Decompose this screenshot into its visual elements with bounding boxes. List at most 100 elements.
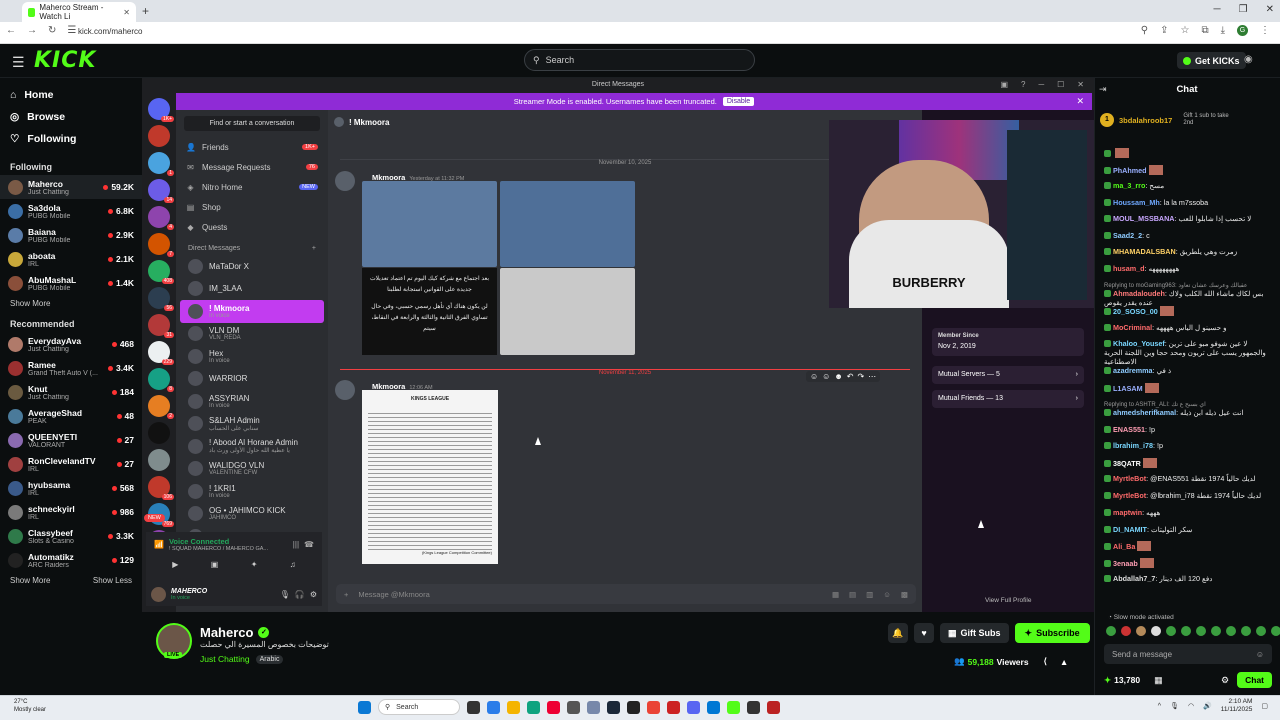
dm-nav-friends[interactable]: 👤 Friends 1K+ [176, 137, 328, 157]
channel-item[interactable]: schneckyirl IRL 986 [0, 500, 142, 524]
streamer-name[interactable]: Maherco [200, 625, 253, 640]
channel-item[interactable]: hyubsama IRL 568 [0, 476, 142, 500]
attached-document[interactable]: KINGS LEAGUE (Kings League Competition C… [362, 390, 498, 564]
download-icon[interactable]: ⤓ [1221, 25, 1225, 36]
taskbar-search[interactable]: ⚲ Search [378, 699, 460, 715]
discord-maximize-icon[interactable]: ☐ [1057, 80, 1064, 89]
dm-item[interactable]: ! Abood Al Horane Admin يا عطية الله حاول… [180, 435, 324, 458]
dm-nav-nitro-home[interactable]: ◈ Nitro Home NEW [176, 177, 328, 197]
site-info-icon[interactable]: ☰ [67, 25, 76, 36]
edge-icon[interactable] [527, 700, 540, 714]
forward-icon[interactable]: → [27, 25, 37, 36]
channel-item[interactable]: RonClevelandTV IRL 27 [0, 452, 142, 476]
chat-username[interactable]: MyrtleBot [1113, 491, 1146, 500]
chat-username[interactable]: Ali_Ba [1113, 542, 1135, 551]
chat-username[interactable]: MOUL_MSSBANA [1113, 214, 1175, 223]
share-icon[interactable]: ⟨ [1044, 656, 1047, 667]
reaction-icon[interactable]: ☺ [822, 372, 830, 381]
channel-item[interactable]: Sa3dola PUBG Mobile 6.8K [0, 199, 142, 223]
user-avatar[interactable] [151, 586, 166, 602]
channel-item[interactable]: aboata IRL 2.1K [0, 247, 142, 271]
banner-close-icon[interactable]: ✕ [1076, 96, 1084, 107]
channel-item[interactable]: Automatikz ARC Raiders 129 [0, 548, 142, 572]
get-kicks-button[interactable]: Get KICKs [1177, 52, 1246, 69]
gif-icon[interactable]: ▤ [849, 590, 856, 599]
dm-nav-quests[interactable]: ◆ Quests [176, 217, 328, 237]
notification-icon[interactable]: ▢ [1261, 702, 1268, 710]
emote-icon[interactable] [1151, 626, 1161, 636]
app-icon[interactable] [707, 700, 720, 714]
channel-item[interactable]: EverydayAva Just Chatting 468 [0, 332, 142, 356]
server-icon[interactable]: 408 [148, 260, 174, 284]
notifications-bell-button[interactable]: 🔔 [888, 623, 908, 643]
chat-username[interactable]: ahmedsherifkamal [1113, 408, 1176, 417]
stream-category[interactable]: Just Chatting [200, 654, 250, 664]
add-attachment-icon[interactable]: + [344, 590, 348, 599]
emote-icon[interactable] [1121, 626, 1131, 636]
channel-item[interactable]: Knut Just Chatting 184 [0, 380, 142, 404]
activities-icon[interactable]: ✦ [251, 560, 258, 569]
emote-icon[interactable] [1211, 626, 1221, 636]
top-gifter-name[interactable]: 3bdalahroob17 [1119, 116, 1172, 125]
emote-icon[interactable] [1196, 626, 1206, 636]
wifi-icon[interactable]: ◠ [1188, 702, 1194, 710]
dm-item[interactable]: VLN DM VLN_REDA [180, 323, 324, 346]
nav-following[interactable]: ♡ Following [0, 128, 142, 150]
emote-icon[interactable] [1271, 626, 1280, 636]
apps-icon[interactable]: ▩ [901, 590, 908, 599]
emote-icon[interactable] [1181, 626, 1191, 636]
server-icon[interactable]: 31 [148, 314, 174, 338]
kick-app-icon[interactable] [727, 700, 740, 714]
server-icon[interactable]: 1K+ [148, 98, 174, 122]
profile-avatar[interactable]: G [1237, 25, 1248, 36]
close-tab-icon[interactable]: ✕ [123, 8, 130, 17]
gift-prompt[interactable]: Gift 1 sub to take 2nd [1183, 113, 1237, 127]
server-icon[interactable]: 4 [148, 206, 174, 230]
server-icon[interactable] [148, 422, 170, 444]
bookmark-star-icon[interactable]: ☆ [1180, 25, 1189, 36]
screen-share-icon[interactable]: ▣ [211, 560, 219, 569]
chat-username[interactable]: Abdallah7_7 [1113, 574, 1155, 583]
dm-item[interactable]: S&LAH Admin سنابي على الحساب [180, 413, 324, 436]
disable-streamer-mode-button[interactable]: Disable [722, 97, 755, 106]
chat-username[interactable]: Khaloo_Yousef [1113, 339, 1165, 348]
channel-item[interactable]: Ramee Grand Theft Auto V (... 3.4K [0, 356, 142, 380]
subscribe-button[interactable]: ✦ Subscribe [1014, 623, 1090, 643]
nav-home[interactable]: ⌂ Home [0, 84, 142, 106]
attached-photo[interactable] [500, 268, 635, 355]
obs-icon[interactable] [747, 700, 760, 714]
discord-minimize-icon[interactable]: ─ [1038, 80, 1044, 89]
new-tab-button[interactable]: + [142, 4, 149, 18]
dm-nav-shop[interactable]: ▤ Shop [176, 197, 328, 217]
maximize-icon[interactable]: ❐ [1239, 4, 1248, 15]
app-icon[interactable] [667, 700, 680, 714]
chat-username[interactable]: Houssam_Mh [1113, 198, 1160, 207]
gift-icon[interactable]: ▦ [832, 590, 839, 599]
soundboard-icon[interactable]: ♫ [290, 560, 296, 569]
message-avatar[interactable] [335, 380, 355, 400]
server-icon[interactable]: 1 [148, 152, 174, 176]
channel-item[interactable]: Classybeef Slots & Casino 3.3K [0, 524, 142, 548]
emote-icon[interactable] [1226, 626, 1236, 636]
share-icon[interactable]: ⇪ [1160, 25, 1168, 36]
dm-item[interactable]: WARRIOR [180, 368, 324, 391]
server-icon[interactable] [148, 449, 170, 471]
emote-icon[interactable] [1241, 626, 1251, 636]
gift-shop-icon[interactable]: ▦ [1154, 675, 1163, 686]
widgets-icon[interactable] [487, 700, 500, 714]
channel-item[interactable]: AverageShad PEAK 48 [0, 404, 142, 428]
app-icon[interactable] [627, 700, 640, 714]
task-view-icon[interactable] [467, 700, 480, 714]
follow-heart-button[interactable]: ♥ [914, 623, 934, 643]
server-icon[interactable]: 2 [148, 395, 174, 419]
dm-item[interactable]: WALIDGO VLN VALENTINE CFW [180, 458, 324, 481]
chat-settings-icon[interactable]: ⚙ [1221, 675, 1229, 686]
chat-username[interactable]: 38QATR [1113, 459, 1141, 468]
close-window-icon[interactable]: ✕ [1266, 4, 1274, 15]
extensions-icon[interactable]: ⧉ [1201, 25, 1208, 36]
mutual-servers-row[interactable]: Mutual Servers — 5 › [932, 366, 1084, 384]
chat-username[interactable]: Saad2_2 [1113, 231, 1142, 240]
chat-username[interactable]: PhAhmed [1113, 166, 1147, 175]
dm-item[interactable]: ! 1KRI1 In voice [180, 480, 324, 503]
channel-item[interactable]: Maherco Just Chatting 59.2K [0, 175, 142, 199]
